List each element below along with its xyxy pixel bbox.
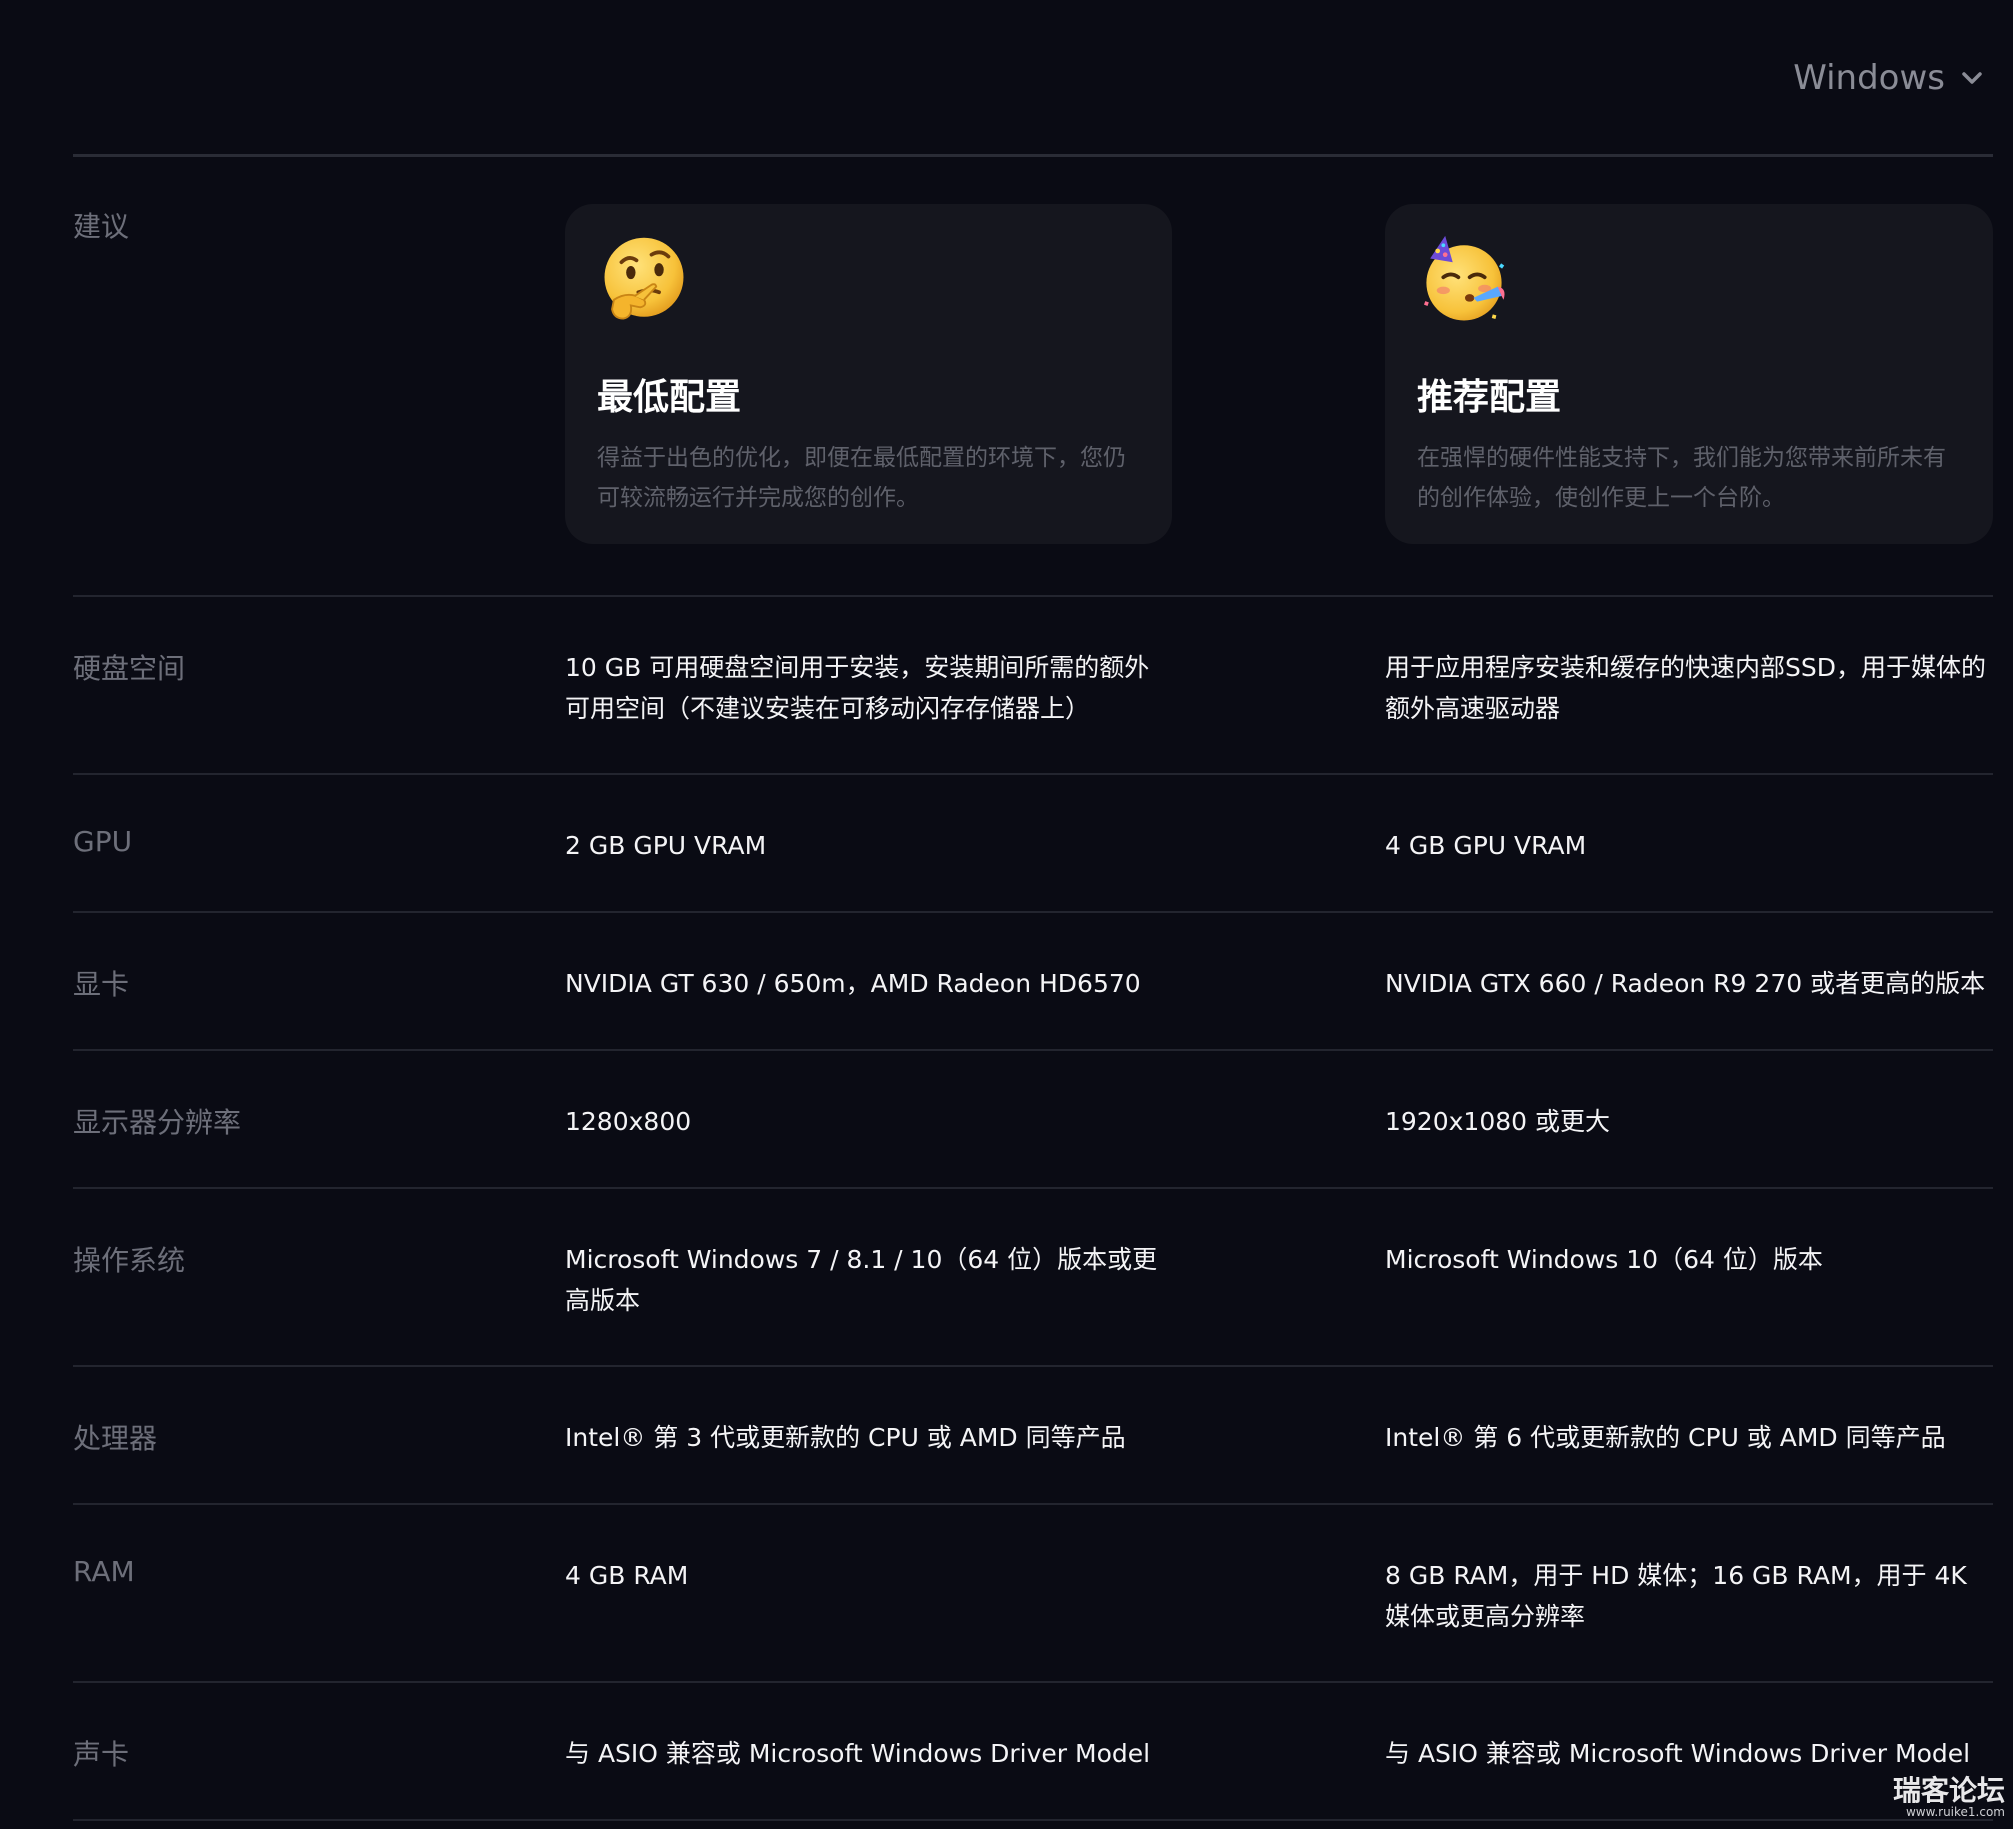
rec-config-desc: 在强悍的硬件性能支持下，我们能为您带来前所未有的创作体验，使创作更上一个台阶。	[1417, 445, 1946, 511]
spec-row-sound: 声卡 与 ASIO 兼容或 Microsoft Windows Driver M…	[73, 1683, 1993, 1821]
spec-rec-value: 1920x1080 或更大	[1385, 1107, 1610, 1136]
min-config-card: 最低配置 得益于出色的优化，即便在最低配置的环境下，您仍可较流畅运行并完成您的创…	[565, 204, 1172, 544]
spec-label: 处理器	[73, 1422, 158, 1455]
os-selector-value: Windows	[1793, 58, 1945, 98]
spec-min-value: 2 GB GPU VRAM	[565, 831, 767, 860]
watermark-url: www.ruike1.com	[1905, 1805, 2005, 1819]
spec-min-value: 1280x800	[565, 1107, 692, 1136]
partying-face-icon	[1423, 235, 1505, 321]
spec-row-cpu: 处理器 Intel® 第 3 代或更新款的 CPU 或 AMD 同等产品 Int…	[73, 1367, 1993, 1505]
spec-label: 硬盘空间	[73, 652, 186, 685]
watermark: 瑞客论坛 www.ruike1.com	[1892, 1774, 2005, 1820]
spec-min-value: 与 ASIO 兼容或 Microsoft Windows Driver Mode…	[565, 1739, 1151, 1768]
spec-min-value: Intel® 第 3 代或更新款的 CPU 或 AMD 同等产品	[565, 1423, 1126, 1452]
spec-row-resolution: 显示器分辨率 1280x800 1920x1080 或更大	[73, 1051, 1993, 1189]
min-config-desc: 得益于出色的优化，即便在最低配置的环境下，您仍可较流畅运行并完成您的创作。	[597, 445, 1126, 511]
spec-row-gpu: GPU 2 GB GPU VRAM 4 GB GPU VRAM	[73, 775, 1993, 913]
spec-min-value: Microsoft Windows 7 / 8.1 / 10（64 位）版本或更…	[565, 1245, 1158, 1315]
spec-row-os: 操作系统 Microsoft Windows 7 / 8.1 / 10（64 位…	[73, 1189, 1993, 1367]
recommend-label: 建议	[73, 210, 130, 243]
spec-rec-value: NVIDIA GTX 660 / Radeon R9 270 或者更高的版本	[1385, 969, 1986, 998]
spec-rec-value: 用于应用程序安装和缓存的快速内部SSD，用于媒体的额外高速驱动器	[1385, 653, 1986, 723]
spec-min-value: 10 GB 可用硬盘空间用于安装，安装期间所需的额外可用空间（不建议安装在可移动…	[565, 653, 1150, 723]
spec-row-disk: 硬盘空间 10 GB 可用硬盘空间用于安装，安装期间所需的额外可用空间（不建议安…	[73, 597, 1993, 775]
spec-min-value: NVIDIA GT 630 / 650m，AMD Radeon HD6570	[565, 969, 1141, 998]
spec-label: 操作系统	[73, 1244, 186, 1277]
rec-config-card: 推荐配置 在强悍的硬件性能支持下，我们能为您带来前所未有的创作体验，使创作更上一…	[1385, 204, 1993, 544]
rec-config-title: 推荐配置	[1417, 377, 1562, 418]
rec-config-column: 推荐配置 在强悍的硬件性能支持下，我们能为您带来前所未有的创作体验，使创作更上一…	[1385, 157, 1993, 595]
os-selector[interactable]: Windows	[1793, 58, 1983, 98]
spec-label: 显卡	[73, 968, 130, 1001]
spec-label: 显示器分辨率	[73, 1106, 242, 1139]
spec-rec-value: Microsoft Windows 10（64 位）版本	[1385, 1245, 1823, 1274]
spec-rec-value: 4 GB GPU VRAM	[1385, 831, 1587, 860]
spec-rec-value: 8 GB RAM，用于 HD 媒体；16 GB RAM，用于 4K 媒体或更高分…	[1385, 1561, 1967, 1631]
thinking-face-icon	[604, 237, 684, 320]
spec-label: GPU	[73, 825, 133, 858]
spec-row-graphics: 显卡 NVIDIA GT 630 / 650m，AMD Radeon HD657…	[73, 913, 1993, 1051]
spec-rec-value: Intel® 第 6 代或更新款的 CPU 或 AMD 同等产品	[1385, 1423, 1946, 1452]
chevron-down-icon	[1961, 71, 1983, 85]
spec-table: 建议 最低配置 得益于出色的优化，即便在最低配置的环境下，您仍可较流畅运行并完成…	[73, 157, 1993, 1821]
watermark-text: 瑞客论坛	[1892, 1774, 2005, 1807]
spec-min-value: 4 GB RAM	[565, 1561, 689, 1590]
spec-label: RAM	[73, 1555, 135, 1588]
recommend-row: 建议 最低配置 得益于出色的优化，即便在最低配置的环境下，您仍可较流畅运行并完成…	[73, 157, 1993, 597]
min-config-title: 最低配置	[597, 377, 742, 418]
spec-label: 声卡	[73, 1738, 130, 1771]
min-config-column: 最低配置 得益于出色的优化，即便在最低配置的环境下，您仍可较流畅运行并完成您的创…	[565, 157, 1172, 595]
spec-row-ram: RAM 4 GB RAM 8 GB RAM，用于 HD 媒体；16 GB RAM…	[73, 1505, 1993, 1683]
